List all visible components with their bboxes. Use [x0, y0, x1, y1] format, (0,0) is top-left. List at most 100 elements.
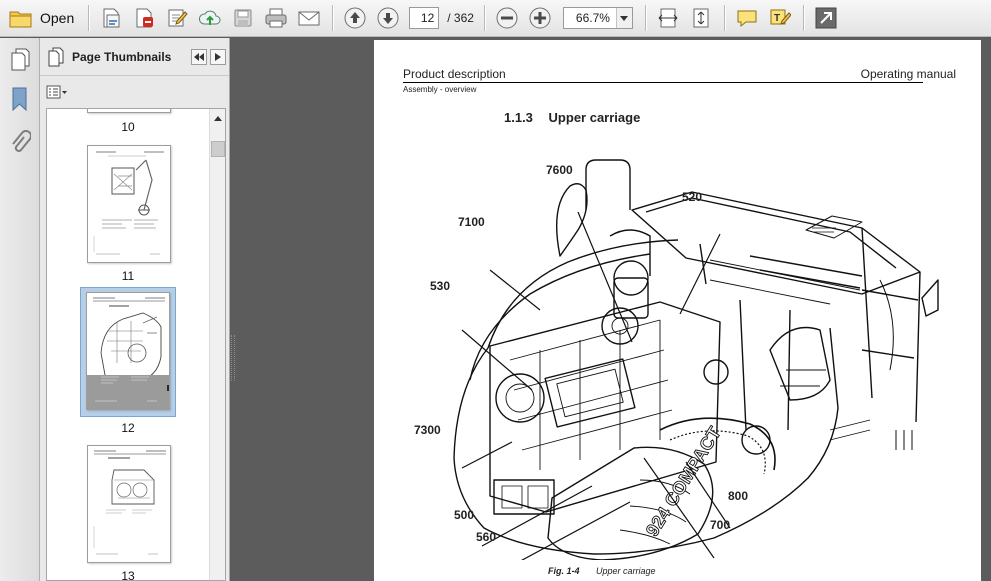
chevron-down-icon[interactable] — [615, 8, 632, 28]
section-number: 1.1.3 — [504, 110, 533, 125]
highlight-text-icon: T — [770, 9, 791, 25]
export-pdf-button[interactable] — [130, 4, 158, 32]
highlight-button[interactable]: T — [766, 4, 794, 32]
upload-button[interactable] — [196, 4, 224, 32]
cloud-upload-icon — [199, 10, 221, 25]
thumbnails-header: Page Thumbnails — [40, 38, 229, 76]
callout-560: 560 — [476, 530, 497, 544]
separator — [723, 5, 725, 31]
print-button[interactable] — [262, 4, 290, 32]
thumbnails-panel: Page Thumbnails 10 11 12 13 — [40, 38, 230, 581]
thumbnail-number: 13 — [121, 569, 135, 581]
panel-title: Page Thumbnails — [72, 49, 172, 64]
arrow-up-circle-icon — [344, 7, 366, 29]
double-chevron-left-icon — [194, 52, 204, 61]
pages-icon — [11, 48, 30, 71]
navigation-pane-strip — [0, 38, 40, 581]
printer-icon — [265, 8, 287, 28]
speech-bubble-icon — [737, 10, 757, 28]
svg-text:T: T — [774, 13, 780, 24]
fit-page-icon — [693, 8, 709, 28]
arrow-down-circle-icon — [377, 7, 399, 29]
separator — [332, 5, 334, 31]
bookmark-icon — [12, 87, 27, 112]
open-button[interactable]: Open — [6, 4, 80, 32]
zoom-select[interactable]: 66.7% — [562, 7, 633, 29]
figure-caption: Fig. 1-4 Upper carriage — [548, 566, 656, 576]
callout-800: 800 — [728, 489, 749, 503]
header-rule — [403, 82, 923, 83]
callout-7100: 7100 — [458, 215, 485, 229]
attachments-tab[interactable] — [6, 128, 34, 158]
page-total: / 362 — [447, 11, 474, 25]
bookmarks-tab[interactable] — [6, 84, 34, 114]
document-page: Product description Operating manual Ass… — [374, 40, 981, 581]
fit-width-icon — [658, 8, 678, 28]
page-header-subtitle: Assembly - overview — [403, 85, 477, 94]
expand-icon — [815, 7, 837, 29]
next-page-button[interactable] — [374, 4, 402, 32]
fit-page-button[interactable] — [687, 4, 715, 32]
minus-circle-icon — [496, 7, 518, 29]
separator — [644, 5, 646, 31]
expand-button[interactable] — [812, 4, 840, 32]
create-pdf-icon — [103, 8, 120, 28]
pdf-file-icon — [136, 8, 154, 28]
separator — [88, 5, 90, 31]
figure-label: Fig. 1-4 — [548, 566, 580, 576]
zoom-out-button[interactable] — [493, 4, 521, 32]
panel-next-button[interactable] — [210, 48, 226, 65]
scroll-up-button[interactable] — [210, 111, 225, 125]
separator — [802, 5, 804, 31]
figure-caption-text: Upper carriage — [596, 566, 656, 576]
thumbnail-image — [87, 145, 171, 263]
plus-circle-icon — [529, 7, 551, 29]
callout-7300: 7300 — [414, 423, 441, 437]
list-options-icon — [46, 85, 67, 99]
scrollbar-thumb[interactable] — [211, 141, 225, 157]
collapse-panel-button[interactable] — [191, 48, 207, 65]
fit-width-button[interactable] — [654, 4, 682, 32]
thumbnail-list[interactable]: 10 11 12 13 — [46, 108, 226, 581]
thumbnail-options-button[interactable] — [46, 83, 72, 101]
save-icon — [234, 9, 252, 27]
thumbnail-number: 10 — [121, 120, 135, 134]
thumbnail-image — [87, 445, 171, 563]
page-number-input[interactable]: 12 — [409, 7, 440, 29]
callout-520: 520 — [682, 190, 703, 204]
thumbnail-number: 11 — [121, 269, 135, 283]
page-thumbnails-icon — [48, 47, 64, 66]
previous-page-button[interactable] — [341, 4, 369, 32]
callout-700: 700 — [710, 518, 731, 532]
page-thumbnails-tab[interactable] — [6, 44, 34, 74]
paperclip-icon — [12, 130, 31, 152]
thumbnail-image — [87, 109, 171, 113]
callout-500: 500 — [454, 508, 475, 522]
zoom-in-button[interactable] — [526, 4, 554, 32]
edit-form-button[interactable] — [163, 4, 191, 32]
create-pdf-button[interactable] — [97, 4, 125, 32]
separator — [483, 5, 485, 31]
folder-icon — [9, 11, 32, 28]
envelope-icon — [298, 11, 320, 26]
open-label: Open — [40, 10, 75, 26]
zoom-value: 66.7% — [575, 11, 610, 25]
comment-button[interactable] — [733, 4, 761, 32]
panel-resize-handle[interactable] — [231, 335, 235, 381]
chevron-up-icon — [214, 115, 222, 121]
section-title: Upper carriage — [548, 110, 641, 125]
thumbnail-number: 12 — [121, 421, 135, 435]
thumbnail-image — [86, 292, 170, 410]
page-header-right: Operating manual — [860, 67, 956, 81]
edit-icon — [168, 9, 188, 27]
email-button[interactable] — [295, 4, 323, 32]
chevron-right-icon — [215, 52, 221, 61]
section-heading: 1.1.3 Upper carriage — [504, 110, 640, 125]
page-header-left: Product description — [403, 67, 506, 81]
save-button[interactable] — [229, 4, 257, 32]
upper-carriage-drawing: 924 COMPACT — [453, 159, 939, 560]
callout-530: 530 — [430, 279, 451, 293]
thumbnail-scrollbar[interactable] — [209, 109, 225, 580]
callout-7600: 7600 — [546, 163, 573, 177]
toolbar: Open 12 / 362 66.7% T — [0, 0, 991, 37]
